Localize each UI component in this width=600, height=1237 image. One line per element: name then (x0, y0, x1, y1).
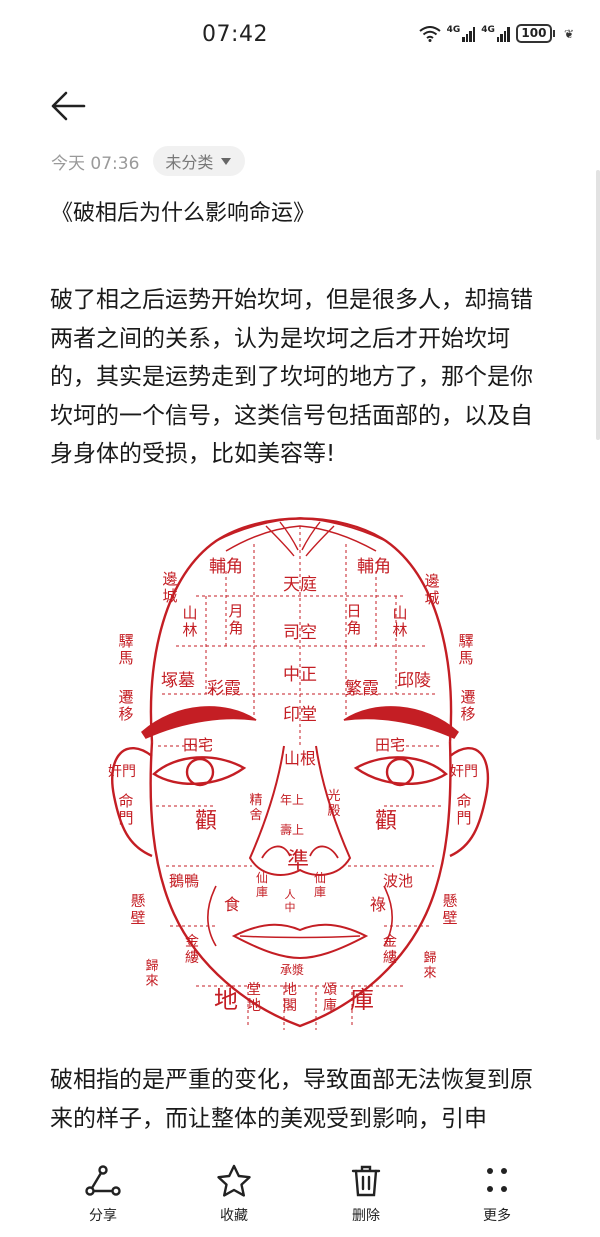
face-reading-chart-image: 輔角 輔角邊城邊城天庭山林山林月角日角司空驛馬驛馬中正塚墓 彩霞 繁霞 邱陵遷移遷移印堂… (108, 517, 490, 1030)
share-button[interactable]: 分享 (63, 1163, 143, 1225)
face-label-rijiao: 日角 (346, 602, 361, 637)
face-label-jingshe: 精舍 (249, 793, 262, 823)
status-icons: 4G 4G 100 ❦ (419, 24, 574, 43)
more-dots-icon (487, 1168, 507, 1192)
face-label-bochi: 波池 (383, 872, 413, 890)
share-icon (85, 1165, 121, 1196)
category-label: 未分类 (165, 153, 214, 172)
note-title: 《破相后为什么影响命运》 (51, 201, 316, 226)
trash-icon (351, 1165, 381, 1197)
delete-label: 删除 (352, 1208, 380, 1224)
leaf-icon: ❦ (563, 26, 574, 41)
face-label-jianmen-l: 奸門 (108, 764, 136, 780)
face-label-jinlou-l: 金縷 (185, 934, 199, 966)
face-label-jianmen-r: 奸門 (450, 764, 478, 780)
face-label-jinlou-r: 金縷 (383, 934, 397, 966)
face-label-kuxi: 歸來 (145, 959, 158, 989)
arrow-left-icon (51, 91, 86, 121)
status-bar: 07:42 4G 4G 100 ❦ (0, 0, 600, 70)
star-icon (217, 1164, 251, 1197)
face-label-yima-r: 驛馬 (458, 632, 473, 667)
signal-icon: 4G (481, 24, 510, 42)
face-label-eya: 鵝鴨 (169, 872, 199, 890)
face-label-biancheng-r: 邊城 (424, 572, 439, 607)
face-label-fanxia: 繁霞 (345, 679, 379, 699)
face-label-guilai: 歸來 (423, 951, 436, 981)
note-paragraph: 破相指的是严重的变化，导致面部无法恢复到原来的样子，而让整体的美观受到影响，引申 (50, 1067, 533, 1132)
face-label-yintang: 印堂 (283, 705, 317, 725)
face-label-quan-l: 顴 (195, 809, 217, 834)
back-button[interactable] (48, 86, 88, 126)
face-label-di: 地 (214, 986, 238, 1014)
note-meta: 今天 07:36 未分类 (51, 146, 246, 176)
face-label-xianku-l: 仙庫 (256, 871, 268, 899)
face-label-mingmen-r: 命門 (456, 792, 471, 827)
face-label-yima-l: 驛馬 (118, 632, 133, 667)
caret-down-icon (221, 157, 232, 165)
face-label-quan-r: 顴 (375, 809, 397, 834)
scrollbar[interactable] (596, 170, 600, 440)
face-label-fujiao-r: 輔角 (357, 557, 391, 577)
note-timestamp: 今天 07:36 (51, 153, 140, 174)
signal-icon: 4G (446, 24, 476, 42)
face-label-tianzhai-r: 田宅 (375, 736, 405, 754)
face-label-tianting: 天庭 (283, 575, 317, 595)
face-label-shanlin-l: 山林 (182, 604, 197, 639)
face-label-mingmen-l: 命門 (118, 792, 133, 827)
more-label: 更多 (483, 1208, 511, 1224)
share-label: 分享 (89, 1208, 117, 1224)
network-type: 4G (481, 24, 495, 35)
bottom-toolbar: 分享 收藏 删除 更多 (0, 1155, 600, 1237)
more-button[interactable]: 更多 (457, 1163, 537, 1225)
delete-button[interactable]: 删除 (326, 1163, 406, 1225)
face-label-fujiao-l: 輔角 (209, 557, 243, 577)
face-label-qiuling: 邱陵 (397, 671, 431, 691)
status-time: 07:42 (202, 22, 268, 47)
face-label-xianku-r: 仙庫 (314, 871, 326, 899)
face-label-chengjiang: 承漿 (280, 962, 304, 977)
face-label-zhongzheng: 中正 (283, 665, 317, 685)
category-dropdown[interactable]: 未分类 (153, 146, 246, 176)
face-label-shi: 食 (224, 895, 240, 914)
network-type: 4G (446, 24, 461, 35)
face-label-tianzhai-l: 田宅 (183, 736, 213, 754)
face-label-tangdi: 堂地 (247, 982, 261, 1014)
face-label-biancheng-l: 邊城 (162, 570, 177, 605)
face-label-yuejiao: 月角 (228, 602, 243, 637)
favorite-label: 收藏 (220, 1208, 248, 1224)
note-paragraph: 破了相之后运势开始坎坷，但是很多人，却搞错两者之间的关系，认为是坎坷之后才开始坎… (50, 287, 533, 467)
face-label-nianshang: 年上 (280, 793, 304, 807)
battery-icon: 100 (515, 24, 555, 43)
face-label-zhongmu: 塚墓 (161, 671, 195, 691)
face-label-qianyi-l: 遷移 (118, 688, 133, 723)
face-label-lu: 祿 (370, 895, 386, 914)
face-label-xuanbi-l: 懸壁 (130, 892, 145, 927)
face-label-qianyi-r: 遷移 (460, 688, 475, 723)
face-label-xuanbi-r: 懸壁 (442, 892, 457, 927)
face-label-songku: 頌庫 (323, 982, 337, 1014)
face-label-shanlin-r: 山林 (392, 604, 407, 639)
face-label-renzhong: 人中 (285, 888, 296, 914)
face-label-shoushang: 壽上 (280, 822, 304, 837)
wifi-icon (419, 25, 441, 42)
face-label-guangdian: 光殿 (327, 789, 340, 819)
favorite-button[interactable]: 收藏 (194, 1163, 274, 1225)
face-label-zhun: 準 (287, 849, 309, 874)
battery-level: 100 (515, 24, 552, 43)
face-label-sikong: 司空 (283, 623, 317, 643)
face-label-dige: 地閣 (283, 982, 297, 1014)
face-label-shangen: 山根 (284, 749, 316, 768)
face-label-caixia: 彩霞 (207, 679, 241, 699)
face-label-ku: 庫 (350, 986, 374, 1014)
